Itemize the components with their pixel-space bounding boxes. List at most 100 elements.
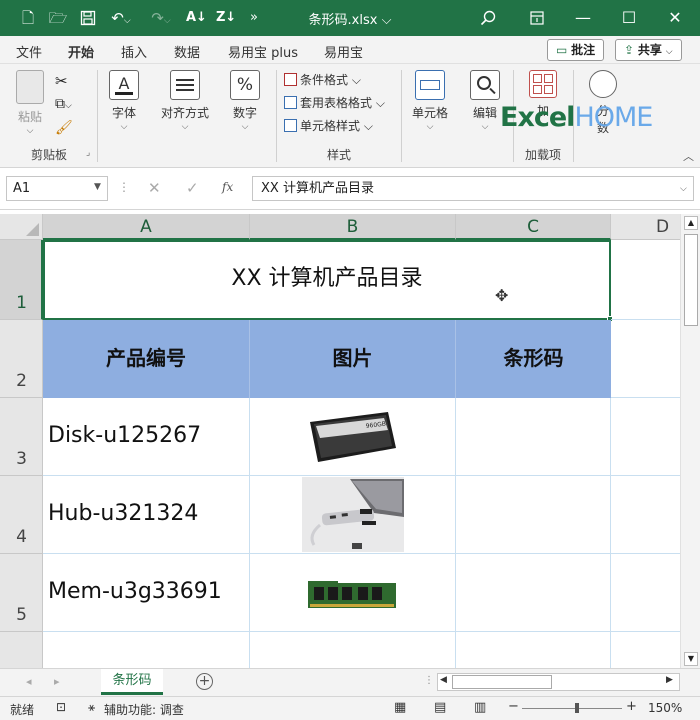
vertical-scrollbar[interactable]: ▲ ▼ — [680, 214, 700, 668]
header-cell-image[interactable]: 图片 — [250, 320, 456, 398]
tab-data[interactable]: 数据 — [174, 42, 200, 61]
cell-product-image[interactable] — [250, 554, 456, 632]
dialog-launcher-icon[interactable]: ⌟ — [86, 148, 90, 158]
edit-button[interactable]: 编辑 ⌵ — [458, 70, 512, 132]
confirm-icon: ✓ — [186, 179, 199, 197]
cut-icon[interactable]: ✂ — [55, 72, 68, 90]
number-button[interactable]: % 数字 ⌵ — [218, 70, 272, 132]
cell-product-id[interactable]: Hub-u321324 — [43, 476, 250, 554]
next-sheet-icon[interactable]: ▸ — [54, 675, 60, 688]
zoom-slider-thumb[interactable] — [575, 703, 579, 713]
row-header-4[interactable]: 4 — [0, 476, 43, 554]
expand-formula-icon[interactable]: ⌵ — [680, 184, 687, 194]
name-box[interactable]: A1 — [6, 176, 108, 201]
cell-d5[interactable] — [611, 554, 680, 632]
row-header-5[interactable]: 5 — [0, 554, 43, 632]
cell-d1[interactable] — [611, 240, 680, 320]
row-header-6[interactable] — [0, 632, 43, 668]
accessibility-icon[interactable]: ⚹ — [88, 700, 95, 715]
horizontal-scroll-thumb[interactable] — [452, 675, 552, 689]
cell-product-image[interactable]: 960GB — [250, 398, 456, 476]
scroll-up-icon[interactable]: ▲ — [684, 216, 698, 230]
sheet-tab-active[interactable]: 条形码 — [101, 669, 163, 695]
zoom-out-icon[interactable]: − — [508, 699, 519, 714]
accessibility-status[interactable]: 辅助功能: 调查 — [104, 701, 184, 718]
conditional-format-label: 条件格式 ⌵ — [300, 73, 361, 87]
horizontal-scrollbar[interactable]: ◀ ▶ — [437, 673, 680, 691]
add-sheet-icon[interactable]: + — [196, 673, 213, 690]
row-header-2[interactable]: 2 — [0, 320, 43, 398]
cell-barcode[interactable] — [456, 554, 611, 632]
row-number: 2 — [16, 371, 27, 391]
tab-insert[interactable]: 插入 — [121, 42, 147, 61]
maximize-icon[interactable]: ☐ — [606, 6, 652, 30]
cell-d3[interactable] — [611, 398, 680, 476]
page-break-view-icon[interactable]: ▥ — [474, 700, 486, 715]
row-header-1[interactable]: 1 — [0, 240, 43, 320]
macro-record-icon[interactable]: ⊡ — [56, 700, 66, 714]
share-icon: ⇪ — [624, 43, 635, 57]
split-handle-icon[interactable]: ⋮ — [424, 675, 434, 686]
table-format-button[interactable]: 套用表格格式 ⌵ — [284, 93, 385, 113]
column-header-c[interactable]: C — [456, 214, 611, 240]
paste-button[interactable]: 粘贴 ⌵ — [8, 70, 52, 136]
cell-a6[interactable] — [43, 632, 250, 668]
cell-barcode[interactable] — [456, 398, 611, 476]
tab-file[interactable]: 文件 — [16, 42, 42, 61]
name-box-dropdown-icon[interactable]: ▼ — [94, 182, 101, 192]
conditional-format-button[interactable]: 条件格式 ⌵ — [284, 70, 361, 90]
formula-input[interactable]: XX 计算机产品目录 — [252, 176, 694, 201]
cell-product-image[interactable] — [250, 476, 456, 554]
sheet-tab-bar: ◂ ▸ 条形码 + ⋮ ◀ ▶ — [0, 668, 700, 696]
vertical-scroll-thumb[interactable] — [684, 234, 698, 326]
header-cell-barcode[interactable]: 条形码 — [456, 320, 611, 398]
analyze-button[interactable]: 分 数 — [576, 70, 630, 136]
cell-d4[interactable] — [611, 476, 680, 554]
cell-product-id[interactable]: Mem-u3g33691 — [43, 554, 250, 632]
normal-view-icon[interactable]: ▦ — [394, 700, 406, 715]
minimize-icon[interactable]: — — [560, 6, 606, 30]
close-icon[interactable]: ✕ — [652, 6, 698, 30]
scroll-right-icon[interactable]: ▶ — [666, 675, 673, 685]
prev-sheet-icon[interactable]: ◂ — [26, 675, 32, 688]
page-layout-icon[interactable]: ▤ — [434, 700, 446, 715]
cell-barcode[interactable] — [456, 476, 611, 554]
column-header-a[interactable]: A — [43, 214, 250, 240]
cell-style-button[interactable]: 单元格样式 ⌵ — [284, 116, 373, 136]
insert-function-icon[interactable]: fx — [222, 180, 233, 194]
search-icon[interactable] — [478, 8, 498, 28]
row-header-3[interactable]: 3 — [0, 398, 43, 476]
column-header-b[interactable]: B — [250, 214, 456, 240]
edit-label: 编辑 — [472, 106, 497, 120]
comment-button[interactable]: ▭ 批注 — [547, 39, 605, 61]
alignment-button[interactable]: 对齐方式 ⌵ — [156, 70, 214, 132]
column-header-d[interactable]: D — [611, 214, 680, 240]
tab-home[interactable]: 开始 — [68, 42, 95, 67]
scroll-left-icon[interactable]: ◀ — [440, 675, 447, 685]
tab-easy-plus[interactable]: 易用宝 plus — [228, 42, 298, 61]
worksheet-grid[interactable]: A B C D 1 2 3 4 5 XX 计算机产品目录 ✥ 产品编号 图片 条… — [0, 214, 680, 668]
zoom-slider[interactable] — [522, 708, 622, 709]
cell-c6[interactable] — [456, 632, 611, 668]
cell-b6[interactable] — [250, 632, 456, 668]
select-all-corner[interactable] — [0, 214, 43, 240]
scroll-down-icon[interactable]: ▼ — [684, 652, 698, 666]
title-cell[interactable]: XX 计算机产品目录 — [43, 240, 611, 320]
collapse-ribbon-icon[interactable]: ︿ — [683, 148, 694, 164]
header-cell-id[interactable]: 产品编号 — [43, 320, 250, 398]
zoom-in-icon[interactable]: + — [626, 699, 637, 714]
font-button[interactable]: A 字体 ⌵ — [97, 70, 151, 132]
comment-label: 批注 — [571, 43, 596, 57]
group-divider — [513, 70, 514, 162]
tab-easy[interactable]: 易用宝 — [324, 42, 363, 61]
share-button[interactable]: ⇪ 共享 ⌵ — [615, 39, 682, 61]
cells-icon — [415, 70, 445, 100]
ribbon-display-icon[interactable] — [514, 6, 560, 30]
cell-product-id[interactable]: Disk-u125267 — [43, 398, 250, 476]
cell-d2[interactable] — [611, 320, 680, 398]
addins-button[interactable]: 加 — [516, 70, 570, 119]
zoom-level[interactable]: 150% — [648, 701, 682, 715]
copy-icon[interactable]: ⧉⌵ — [55, 96, 72, 112]
format-painter-icon[interactable]: 🖌 — [55, 120, 73, 136]
cells-button[interactable]: 单元格 ⌵ — [403, 70, 457, 132]
